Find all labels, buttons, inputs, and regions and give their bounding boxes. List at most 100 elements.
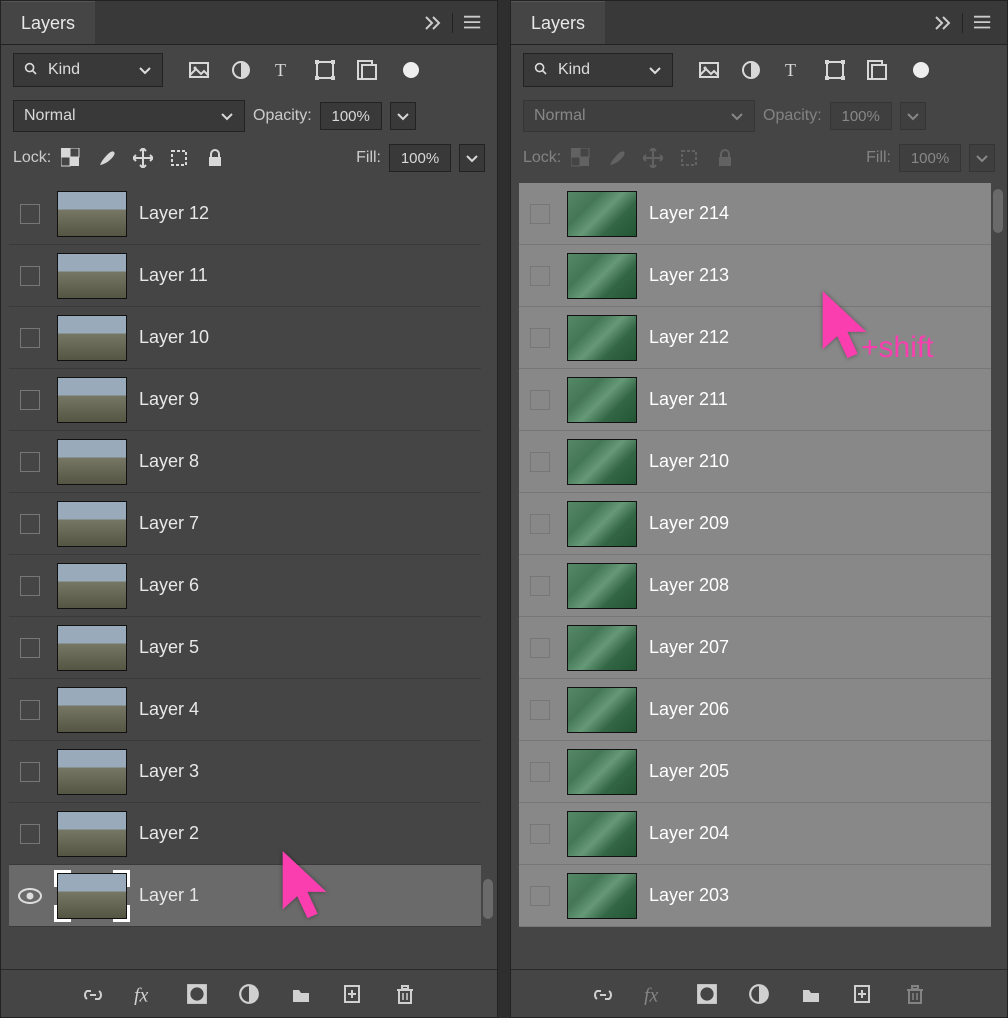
layer-row[interactable]: Layer 6: [9, 555, 481, 617]
visibility-toggle[interactable]: [15, 819, 45, 849]
new-group-icon[interactable]: [288, 981, 314, 1007]
layer-row[interactable]: Layer 11: [9, 245, 481, 307]
fill-stepper[interactable]: [459, 144, 485, 172]
visibility-toggle[interactable]: [525, 571, 555, 601]
filter-kind-dropdown[interactable]: Kind: [13, 53, 163, 87]
layer-thumbnail[interactable]: [57, 811, 127, 857]
layer-thumbnail[interactable]: [567, 873, 637, 919]
layer-row[interactable]: Layer 4: [9, 679, 481, 741]
new-layer-icon[interactable]: [850, 981, 876, 1007]
lock-transparency-icon[interactable]: [59, 146, 83, 170]
fill-field[interactable]: 100%: [899, 144, 961, 172]
layer-name[interactable]: Layer 4: [139, 699, 475, 720]
layer-thumbnail[interactable]: [567, 377, 637, 423]
layer-row[interactable]: Layer 9: [9, 369, 481, 431]
filter-kind-dropdown[interactable]: Kind: [523, 53, 673, 87]
visibility-toggle[interactable]: [525, 385, 555, 415]
visibility-toggle[interactable]: [525, 881, 555, 911]
visibility-toggle[interactable]: [525, 447, 555, 477]
filter-smartobject-icon[interactable]: [865, 58, 889, 82]
adjustment-layer-icon[interactable]: [236, 981, 262, 1007]
layer-name[interactable]: Layer 209: [649, 513, 985, 534]
visibility-toggle[interactable]: [15, 757, 45, 787]
layer-thumbnail[interactable]: [57, 377, 127, 423]
layer-name[interactable]: Layer 11: [139, 265, 475, 286]
layer-row[interactable]: Layer 8: [9, 431, 481, 493]
lock-transparency-icon[interactable]: [569, 146, 593, 170]
layer-row[interactable]: Layer 207: [519, 617, 991, 679]
fx-icon[interactable]: [132, 981, 158, 1007]
visibility-toggle[interactable]: [15, 323, 45, 353]
filter-type-icon[interactable]: [781, 58, 805, 82]
layer-name[interactable]: Layer 8: [139, 451, 475, 472]
layer-name[interactable]: Layer 5: [139, 637, 475, 658]
filter-type-icon[interactable]: [271, 58, 295, 82]
layer-thumbnail[interactable]: [567, 625, 637, 671]
lock-artboard-icon[interactable]: [677, 146, 701, 170]
adjustment-layer-icon[interactable]: [746, 981, 772, 1007]
scrollbar-thumb[interactable]: [993, 189, 1003, 233]
delete-layer-icon[interactable]: [392, 981, 418, 1007]
filter-adjustment-icon[interactable]: [739, 58, 763, 82]
panel-menu-icon[interactable]: [969, 14, 997, 32]
layer-name[interactable]: Layer 204: [649, 823, 985, 844]
layer-row[interactable]: Layer 210: [519, 431, 991, 493]
layer-row[interactable]: Layer 208: [519, 555, 991, 617]
visibility-toggle[interactable]: [525, 819, 555, 849]
layer-row[interactable]: Layer 206: [519, 679, 991, 741]
layer-row[interactable]: Layer 205: [519, 741, 991, 803]
layer-row[interactable]: Layer 7: [9, 493, 481, 555]
layer-row[interactable]: Layer 204: [519, 803, 991, 865]
visibility-toggle[interactable]: [15, 695, 45, 725]
visibility-toggle[interactable]: [15, 509, 45, 539]
delete-layer-icon[interactable]: [902, 981, 928, 1007]
layer-thumbnail[interactable]: [57, 687, 127, 733]
layer-name[interactable]: Layer 214: [649, 203, 985, 224]
layer-thumbnail[interactable]: [57, 749, 127, 795]
layer-row[interactable]: Layer 203: [519, 865, 991, 927]
opacity-field[interactable]: 100%: [320, 102, 382, 130]
layer-row[interactable]: Layer 209: [519, 493, 991, 555]
layer-row[interactable]: Layer 1: [9, 865, 481, 927]
layer-row[interactable]: Layer 5: [9, 617, 481, 679]
visibility-toggle[interactable]: [15, 447, 45, 477]
add-mask-icon[interactable]: [184, 981, 210, 1007]
filter-toggle-switch[interactable]: [913, 62, 929, 78]
blend-mode-dropdown[interactable]: Normal: [13, 100, 245, 132]
layer-thumbnail[interactable]: [57, 191, 127, 237]
opacity-field[interactable]: 100%: [830, 102, 892, 130]
layer-name[interactable]: Layer 1: [139, 885, 475, 906]
layer-thumbnail[interactable]: [567, 811, 637, 857]
filter-shape-icon[interactable]: [823, 58, 847, 82]
filter-pixel-icon[interactable]: [697, 58, 721, 82]
collapse-icon[interactable]: [928, 15, 956, 31]
link-layers-icon[interactable]: [590, 981, 616, 1007]
lock-all-icon[interactable]: [713, 146, 737, 170]
layer-name[interactable]: Layer 212: [649, 327, 985, 348]
fill-field[interactable]: 100%: [389, 144, 451, 172]
lock-all-icon[interactable]: [203, 146, 227, 170]
scrollbar-thumb[interactable]: [483, 879, 493, 919]
visibility-toggle[interactable]: [525, 757, 555, 787]
filter-shape-icon[interactable]: [313, 58, 337, 82]
tab-layers[interactable]: Layers: [511, 1, 605, 44]
tab-layers[interactable]: Layers: [1, 1, 95, 44]
layer-name[interactable]: Layer 211: [649, 389, 985, 410]
layer-name[interactable]: Layer 207: [649, 637, 985, 658]
layer-thumbnail[interactable]: [567, 439, 637, 485]
layer-name[interactable]: Layer 12: [139, 203, 475, 224]
visibility-toggle[interactable]: [525, 261, 555, 291]
lock-position-icon[interactable]: [641, 146, 665, 170]
filter-toggle-switch[interactable]: [403, 62, 419, 78]
new-layer-icon[interactable]: [340, 981, 366, 1007]
filter-adjustment-icon[interactable]: [229, 58, 253, 82]
visibility-toggle[interactable]: [525, 633, 555, 663]
layer-thumbnail[interactable]: [567, 315, 637, 361]
layer-name[interactable]: Layer 2: [139, 823, 475, 844]
opacity-stepper[interactable]: [900, 102, 926, 130]
layer-name[interactable]: Layer 206: [649, 699, 985, 720]
blend-mode-dropdown[interactable]: Normal: [523, 100, 755, 132]
layer-row[interactable]: Layer 10: [9, 307, 481, 369]
new-group-icon[interactable]: [798, 981, 824, 1007]
layer-name[interactable]: Layer 205: [649, 761, 985, 782]
